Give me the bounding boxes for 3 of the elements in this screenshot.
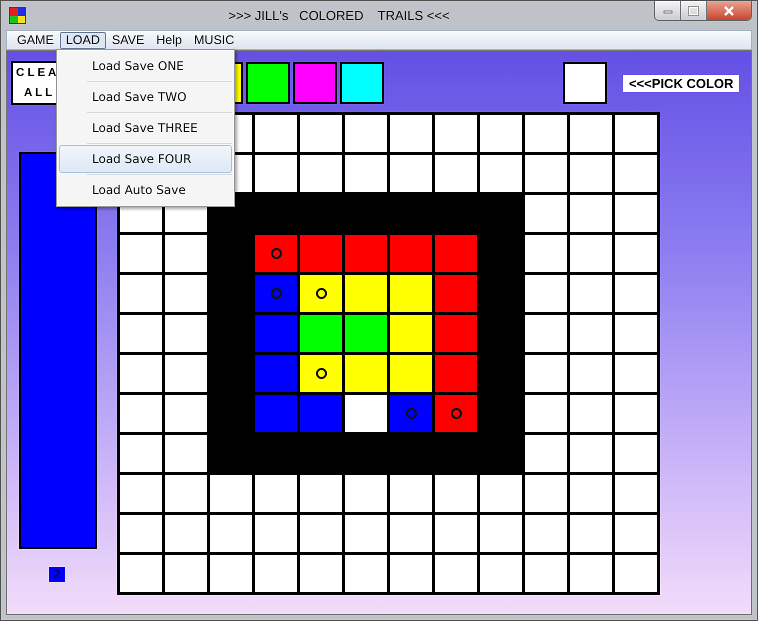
counter-badge: 2 bbox=[49, 567, 65, 582]
window-title: >>> JILL's COLORED TRAILS <<< bbox=[227, 8, 451, 23]
pick-color-label: <<<PICK COLOR bbox=[623, 74, 740, 92]
